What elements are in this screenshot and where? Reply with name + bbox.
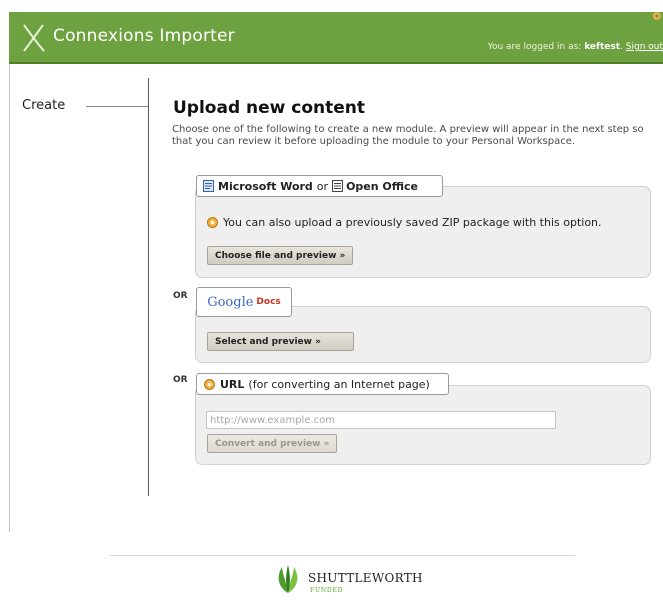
step-connector: [86, 106, 148, 107]
google-docs-tab[interactable]: Google Docs: [196, 287, 292, 317]
or-separator-2: OR: [173, 375, 188, 385]
sidebar-divider: [148, 78, 149, 496]
url-desc: (for converting an Internet page): [248, 377, 430, 391]
url-label: URL: [220, 377, 245, 391]
url-input[interactable]: [206, 411, 556, 429]
app-title: Connexions Importer: [53, 26, 235, 46]
select-and-preview-button[interactable]: Select and preview »: [207, 332, 354, 351]
zip-package-icon: [207, 217, 218, 228]
openoffice-document-icon: [332, 180, 344, 192]
shuttleworth-leaf-icon: [278, 565, 298, 593]
login-prefix: You are logged in as:: [487, 42, 582, 52]
username: keftest: [584, 42, 621, 52]
word-document-icon: [203, 180, 214, 192]
url-gear-icon: [204, 378, 215, 390]
or-inline: or: [316, 179, 329, 193]
url-tab[interactable]: URL (for converting an Internet page): [196, 373, 449, 395]
login-status: You are logged in as: keftest. Sign out: [487, 42, 663, 52]
docs-label: Docs: [256, 297, 281, 307]
step-create: Create: [22, 98, 66, 113]
openoffice-label: Open Office: [346, 179, 419, 193]
footer-sub: FUNDED: [310, 587, 344, 594]
footer-brand: SHUTTLEWORTH: [308, 571, 423, 585]
header-bar: Connexions Importer You are logged in as…: [9, 12, 663, 64]
zip-note: You can also upload a previously saved Z…: [206, 216, 602, 229]
left-edge-line: [9, 64, 10, 532]
settings-gear-icon[interactable]: [651, 10, 663, 22]
or-separator-1: OR: [173, 291, 188, 301]
cnx-x-logo-icon: [23, 24, 45, 52]
choose-file-button[interactable]: Choose file and preview »: [207, 246, 354, 265]
google-logo: Google: [207, 294, 254, 310]
word-label: Microsoft Word: [218, 179, 313, 193]
footer-divider: [110, 555, 575, 556]
zip-note-text: You can also upload a previously saved Z…: [223, 216, 602, 229]
convert-and-preview-button[interactable]: Convert and preview »: [207, 434, 338, 453]
office-tab[interactable]: Microsoft Word or Open Office: [196, 175, 443, 197]
sign-out-link[interactable]: Sign out: [626, 42, 663, 52]
intro-text: Choose one of the following to create a …: [172, 124, 644, 147]
page-title: Upload new content: [173, 98, 366, 118]
